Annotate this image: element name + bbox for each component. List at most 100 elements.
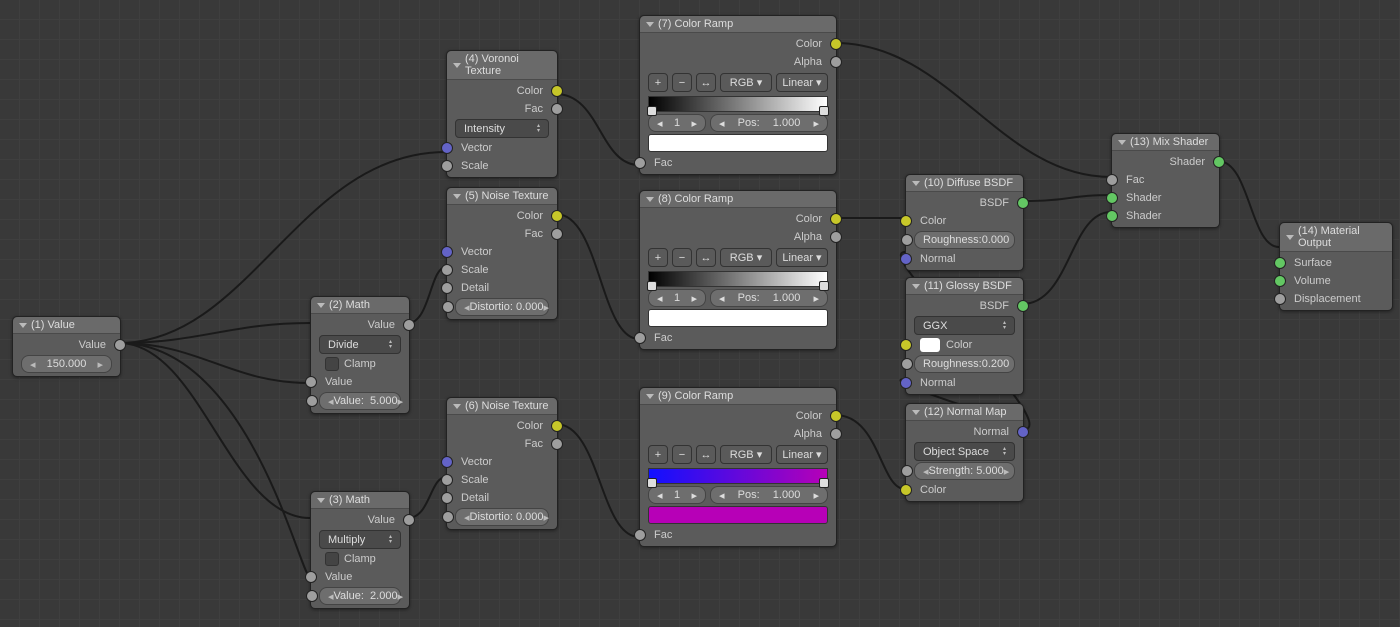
node-color-ramp-3[interactable]: (9) Color Ramp Color Alpha + − ↔ RGB ▾ L… [639,387,837,547]
ramp-interp-mode[interactable]: Linear ▾ [776,73,828,92]
ramp-add-button[interactable]: + [648,248,668,267]
ramp-flip-button[interactable]: ↔ [696,445,716,464]
socket-in[interactable] [900,339,912,351]
socket-in[interactable] [634,529,646,541]
node-math-divide[interactable]: (2) Math Value Divide▴▾ Clamp Value ◂Val… [310,296,410,414]
socket-in[interactable] [306,395,318,407]
node-header[interactable]: (11) Glossy BSDF [906,278,1023,295]
socket-in[interactable] [441,142,453,154]
ramp-remove-button[interactable]: − [672,248,692,267]
socket-in[interactable] [901,465,913,477]
socket-out[interactable] [830,213,842,225]
normal-space-dropdown[interactable]: Object Space▴▾ [914,442,1015,461]
socket-in[interactable] [441,492,453,504]
node-header[interactable]: (5) Noise Texture [447,188,557,205]
value-field[interactable]: ◂150.000▸ [21,355,112,373]
collapse-icon[interactable] [1118,140,1126,145]
node-math-multiply[interactable]: (3) Math Value Multiply▴▾ Clamp Value ◂V… [310,491,410,609]
node-color-ramp-2[interactable]: (8) Color Ramp Color Alpha + − ↔ RGB ▾ L… [639,190,837,350]
ramp-remove-button[interactable]: − [672,445,692,464]
socket-in[interactable] [442,511,454,523]
socket-out[interactable] [1213,156,1225,168]
ramp-flip-button[interactable]: ↔ [696,248,716,267]
node-noise-texture-1[interactable]: (5) Noise Texture Color Fac Vector Scale… [446,187,558,320]
node-voronoi-texture[interactable]: (4) Voronoi Texture Color Fac Intensity▴… [446,50,558,178]
socket-out[interactable] [551,438,563,450]
ramp-stop[interactable] [647,106,657,116]
socket-out[interactable] [551,85,563,97]
socket-out[interactable] [1017,300,1029,312]
distortion-field[interactable]: ◂Distortio: 0.000▸ [455,298,549,316]
collapse-icon[interactable] [453,63,461,68]
socket-in[interactable] [441,474,453,486]
ramp-color-swatch[interactable] [648,134,828,152]
socket-in[interactable] [1274,293,1286,305]
collapse-icon[interactable] [317,303,325,308]
ramp-interp-mode[interactable]: Linear ▾ [776,445,828,464]
node-material-output[interactable]: (14) Material Output Surface Volume Disp… [1279,222,1393,311]
glossy-mode-dropdown[interactable]: GGX▴▾ [914,316,1015,335]
ramp-remove-button[interactable]: − [672,73,692,92]
socket-in[interactable] [306,590,318,602]
collapse-icon[interactable] [912,284,920,289]
socket-in[interactable] [1106,174,1118,186]
collapse-icon[interactable] [317,498,325,503]
distortion-field[interactable]: ◂Distortio: 0.000▸ [455,508,549,526]
node-header[interactable]: (14) Material Output [1280,223,1392,252]
ramp-color-mode[interactable]: RGB ▾ [720,445,772,464]
ramp-flip-button[interactable]: ↔ [696,73,716,92]
socket-in[interactable] [441,282,453,294]
ramp-stop[interactable] [647,478,657,488]
node-header[interactable]: (7) Color Ramp [640,16,836,33]
socket-out[interactable] [830,56,842,68]
ramp-index-field[interactable]: ◂1▸ [648,114,706,132]
socket-out[interactable] [403,319,415,331]
node-header[interactable]: (13) Mix Shader [1112,134,1219,151]
roughness-field[interactable]: Roughness:0.000 [914,231,1015,249]
ramp-color-swatch[interactable] [648,309,828,327]
collapse-icon[interactable] [912,410,920,415]
strength-field[interactable]: ◂Strength: 5.000▸ [914,462,1015,480]
socket-in[interactable] [900,484,912,496]
socket-out[interactable] [551,420,563,432]
collapse-icon[interactable] [912,181,920,186]
node-header[interactable]: (10) Diffuse BSDF [906,175,1023,192]
math-mode-dropdown[interactable]: Divide▴▾ [319,335,401,354]
collapse-icon[interactable] [453,404,461,409]
ramp-index-field[interactable]: ◂1▸ [648,289,706,307]
socket-in[interactable] [441,246,453,258]
socket-out[interactable] [830,38,842,50]
socket-in[interactable] [1274,257,1286,269]
collapse-icon[interactable] [19,323,27,328]
ramp-gradient[interactable] [648,96,828,112]
collapse-icon[interactable] [646,394,654,399]
clamp-row[interactable]: Clamp [311,550,409,568]
socket-in[interactable] [901,234,913,246]
ramp-pos-field[interactable]: ◂Pos:1.000▸ [710,486,828,504]
socket-in[interactable] [442,301,454,313]
node-header[interactable]: (12) Normal Map [906,404,1023,421]
ramp-color-mode[interactable]: RGB ▾ [720,248,772,267]
node-header[interactable]: (4) Voronoi Texture [447,51,557,80]
socket-in[interactable] [901,358,913,370]
ramp-stop[interactable] [819,106,829,116]
ramp-add-button[interactable]: + [648,445,668,464]
collapse-icon[interactable] [646,197,654,202]
socket-out[interactable] [1017,426,1029,438]
ramp-index-field[interactable]: ◂1▸ [648,486,706,504]
node-header[interactable]: (3) Math [311,492,409,509]
socket-in[interactable] [305,571,317,583]
socket-out[interactable] [830,410,842,422]
node-noise-texture-2[interactable]: (6) Noise Texture Color Fac Vector Scale… [446,397,558,530]
collapse-icon[interactable] [453,194,461,199]
collapse-icon[interactable] [1286,235,1294,240]
node-header[interactable]: (8) Color Ramp [640,191,836,208]
color-swatch[interactable] [920,338,940,352]
socket-in[interactable] [1274,275,1286,287]
ramp-stop[interactable] [819,281,829,291]
socket-out[interactable] [1017,197,1029,209]
socket-in[interactable] [900,377,912,389]
socket-in[interactable] [900,215,912,227]
math-mode-dropdown[interactable]: Multiply▴▾ [319,530,401,549]
socket-out[interactable] [551,210,563,222]
